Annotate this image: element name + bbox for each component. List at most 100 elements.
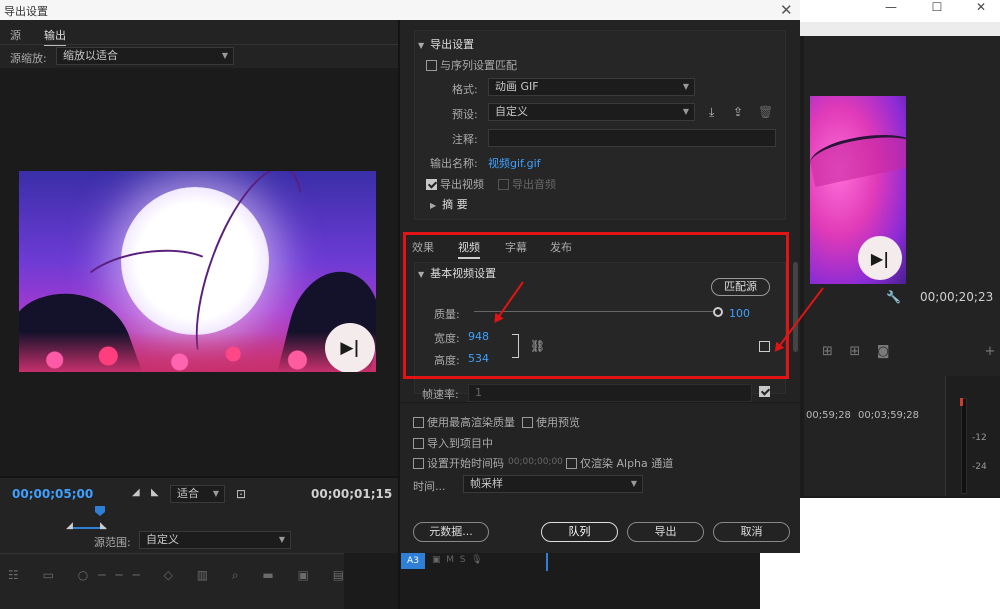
match-sequence-label: 与序列设置匹配 [440, 59, 517, 72]
audio-meter [961, 398, 967, 494]
format-select[interactable]: 动画 GIF ▼ [488, 78, 695, 96]
dialog-close-icon[interactable]: ✕ [780, 1, 793, 19]
chevron-right-icon: ▶ [430, 201, 437, 210]
import-project-label: 导入到项目中 [427, 437, 493, 450]
settings-scrollbar[interactable] [793, 262, 798, 352]
use-previews-checkbox[interactable]: 使用预览 [522, 414, 580, 430]
dialog-titlebar [0, 0, 800, 20]
current-timecode[interactable]: 00;00;05;00 [12, 487, 93, 501]
checkbox-icon [566, 458, 577, 469]
match-sequence-checkbox[interactable]: 与序列设置匹配 [426, 57, 517, 73]
track-label-a3[interactable]: A3 [401, 553, 425, 569]
preset-select[interactable]: 自定义 ▼ [488, 103, 695, 121]
time-interpolation-select[interactable]: 帧采样 ▼ [463, 475, 643, 493]
timeline-tool-icons[interactable]: ☷ ▭ ○─── ◇ ▥ ⌕ ▬ ▣ ▤ [8, 568, 354, 583]
checkbox-icon [426, 60, 437, 71]
wrench-icon[interactable]: 🔧 [886, 290, 901, 304]
format-value: 动画 GIF [495, 80, 539, 93]
background-separator [800, 22, 1000, 36]
import-preset-icon[interactable]: ⇪ [733, 105, 743, 119]
meter-label-12: -12 [972, 433, 987, 443]
preview-divider [0, 476, 398, 478]
fit-select[interactable]: 适合 ▼ [170, 485, 225, 503]
duration-timecode: 00;00;01;15 [311, 487, 393, 501]
dialog-title: 导出设置 [4, 5, 48, 18]
export-video-label: 导出视频 [440, 178, 484, 191]
export-settings-header[interactable]: ▼ 导出设置 [418, 36, 474, 52]
frame-rate-select[interactable]: 1 [468, 384, 752, 402]
meter-label-24: -24 [972, 462, 987, 472]
max-render-quality-label: 使用最高渲染质量 [427, 416, 515, 429]
range-in-handle[interactable]: ◢ [66, 521, 73, 531]
checkbox-checked-icon [426, 179, 437, 190]
close-window-icon[interactable]: ✕ [966, 0, 996, 20]
output-name-label: 输出名称: [430, 157, 478, 170]
background-thumbnail: ▶| [810, 96, 906, 284]
summary-label: 摘 要 [442, 198, 468, 211]
chevron-down-icon: ▼ [682, 82, 689, 91]
export-video-checkbox[interactable]: 导出视频 [426, 176, 484, 192]
source-zoom-value: 缩放以适合 [63, 49, 118, 62]
delete-preset-icon[interactable]: 🗑 [758, 105, 773, 119]
source-range-value: 自定义 [146, 533, 179, 546]
timeline-playhead[interactable] [546, 553, 548, 571]
chevron-down-icon: ▼ [278, 535, 285, 544]
minimize-icon[interactable]: — [876, 0, 906, 20]
export-button[interactable]: 导出 [627, 522, 704, 542]
start-timecode-value[interactable]: 00;00;00;00 [508, 457, 563, 467]
play-icon: ▶| [858, 236, 902, 280]
annotation-highlight-box [403, 232, 789, 379]
use-previews-label: 使用预览 [536, 416, 580, 429]
export-audio-label: 导出音频 [512, 178, 556, 191]
max-render-quality-checkbox[interactable]: 使用最高渲染质量 [413, 414, 515, 430]
chevron-down-icon: ▼ [221, 51, 228, 60]
alpha-only-checkbox[interactable]: 仅渲染 Alpha 通道 [566, 455, 673, 471]
background-control-icons: ⊞ ⊞ ◙ + [822, 344, 996, 359]
tab-source[interactable]: 源 [10, 27, 21, 43]
chevron-down-icon: ▼ [212, 489, 219, 498]
source-zoom-label: 源缩放: [10, 52, 47, 65]
chevron-down-icon: ▼ [682, 107, 689, 116]
background-timecode: 00;00;20;23 [920, 290, 994, 304]
play-icon: ▶| [325, 323, 375, 372]
fit-value: 适合 [177, 487, 199, 500]
mark-in-icon[interactable]: ◢ [132, 487, 140, 498]
import-project-checkbox[interactable]: 导入到项目中 [413, 435, 493, 451]
output-name-link[interactable]: 视频gif.gif [488, 155, 541, 171]
chevron-down-icon: ▼ [418, 41, 425, 50]
source-range-select[interactable]: 自定义 ▼ [139, 531, 291, 549]
cancel-button[interactable]: 取消 [713, 522, 790, 542]
preset-label: 预设: [452, 108, 478, 121]
comments-label: 注释: [452, 133, 478, 146]
time-interpolation-value: 帧采样 [470, 477, 503, 490]
start-timecode-checkbox[interactable]: 设置开始时间码 [413, 455, 504, 471]
start-timecode-label: 设置开始时间码 [427, 457, 504, 470]
mark-out-icon[interactable]: ◣ [151, 487, 159, 498]
checkbox-icon [522, 417, 533, 428]
frame-rate-value: 1 [475, 386, 482, 399]
frame-rate-checkbox[interactable] [759, 386, 770, 397]
chevron-down-icon: ▼ [630, 479, 637, 488]
metadata-button[interactable]: 元数据... [413, 522, 489, 542]
export-settings-title: 导出设置 [430, 38, 475, 51]
save-preset-icon[interactable]: ⤓ [709, 105, 714, 120]
source-zoom-select[interactable]: 缩放以适合 ▼ [56, 47, 234, 65]
background-ruler-time-a: 00;59;28 [806, 410, 851, 421]
track-icons[interactable]: ▣ M S 🎙 [432, 555, 483, 565]
time-interpolation-label: 时间... [413, 480, 446, 493]
checkbox-icon [498, 179, 509, 190]
range-out-handle[interactable]: ◣ [100, 521, 107, 531]
checkbox-icon [413, 417, 424, 428]
preview-image: ▶| [19, 171, 376, 372]
audio-meter-peak [960, 398, 963, 406]
queue-button[interactable]: 队列 [541, 522, 618, 542]
tab-divider [0, 44, 398, 45]
comments-input[interactable] [488, 129, 776, 147]
maximize-icon[interactable]: ☐ [922, 0, 952, 20]
source-range-label: 源范围: [94, 536, 131, 549]
summary-header[interactable]: ▶ 摘 要 [430, 196, 468, 212]
aspect-toggle-icon[interactable]: ⊡ [236, 487, 246, 501]
checkbox-icon [413, 438, 424, 449]
export-audio-checkbox[interactable]: 导出音频 [498, 176, 556, 192]
frame-rate-label: 帧速率: [422, 388, 459, 401]
